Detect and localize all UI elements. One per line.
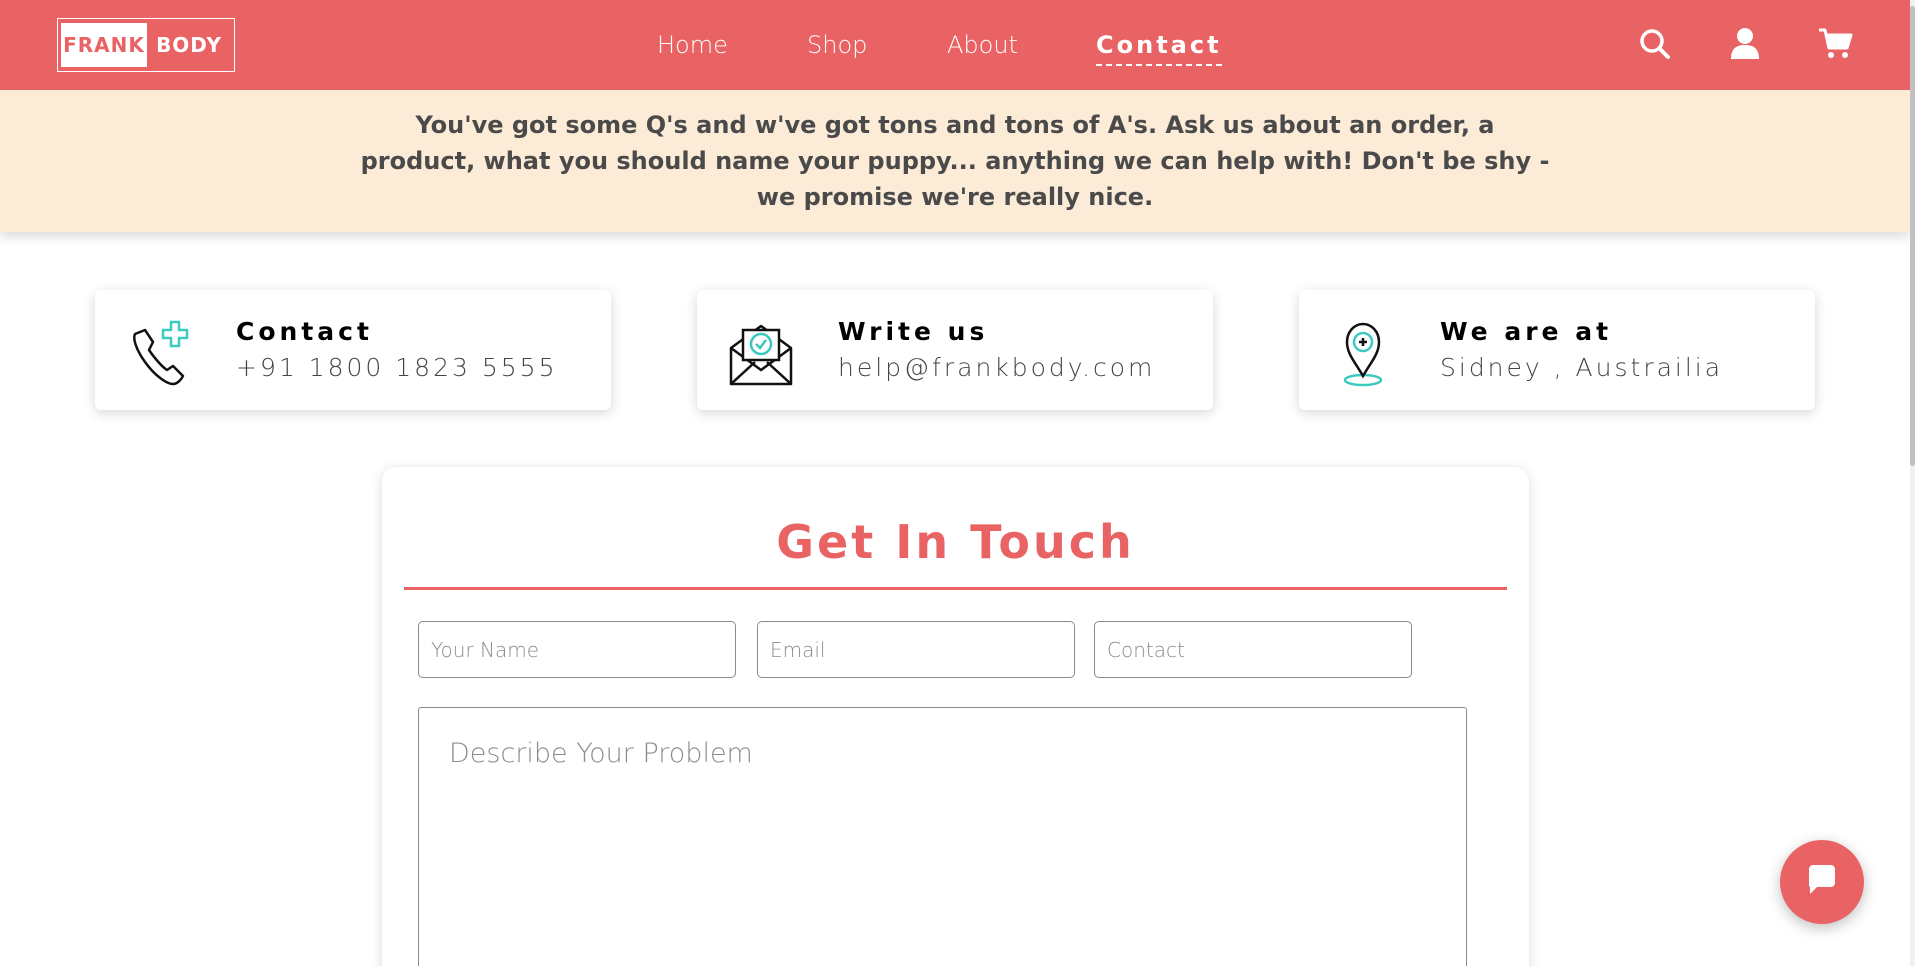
card-title: Contact — [236, 317, 373, 346]
frank-body-logo[interactable]: FRANK BODY — [57, 18, 235, 72]
name-input[interactable] — [418, 621, 736, 678]
card-title: We are at — [1440, 317, 1613, 346]
contact-page: FRANK BODY Home Shop About Contact You'v… — [0, 0, 1915, 966]
contact-phone-card: Contact +91 1800 1823 5555 — [95, 290, 611, 410]
contact-input[interactable] — [1094, 621, 1412, 678]
phone-number: +91 1800 1823 5555 — [236, 353, 558, 382]
email-address[interactable]: help@frankbody.com — [838, 353, 1155, 382]
chat-button[interactable] — [1780, 840, 1864, 924]
nav-shop-link[interactable]: Shop — [807, 28, 867, 62]
search-icon[interactable] — [1637, 26, 1673, 62]
form-title: Get In Touch — [776, 515, 1135, 569]
nav-about-link[interactable]: About — [947, 28, 1018, 62]
nav-home-link[interactable]: Home — [657, 28, 728, 62]
user-icon[interactable] — [1727, 26, 1763, 62]
phone-plus-icon — [123, 318, 195, 390]
email-input[interactable] — [757, 621, 1075, 678]
top-navbar: FRANK BODY Home Shop About Contact — [0, 0, 1915, 90]
faq-banner: You've got some Q's and w've got tons an… — [0, 90, 1910, 232]
logo-body-text: BODY — [156, 33, 222, 57]
banner-text: You've got some Q's and w've got tons an… — [360, 111, 1550, 211]
logo-frank-text: FRANK — [61, 23, 147, 67]
location-text: Sidney , Austrailia — [1440, 353, 1724, 382]
map-pin-icon — [1327, 318, 1399, 390]
nav-contact-link[interactable]: Contact — [1096, 28, 1222, 66]
chat-bubble-icon — [1805, 863, 1839, 901]
write-us-card: Write us help@frankbody.com — [697, 290, 1213, 410]
problem-textarea[interactable] — [418, 707, 1467, 966]
get-in-touch-form: Get In Touch — [382, 467, 1529, 966]
card-title: Write us — [838, 317, 989, 346]
cart-icon[interactable] — [1818, 26, 1854, 62]
location-card: We are at Sidney , Austrailia — [1299, 290, 1815, 410]
title-divider — [404, 587, 1507, 590]
envelope-check-icon — [725, 318, 797, 390]
page-scrollbar-thumb[interactable] — [1910, 6, 1915, 466]
